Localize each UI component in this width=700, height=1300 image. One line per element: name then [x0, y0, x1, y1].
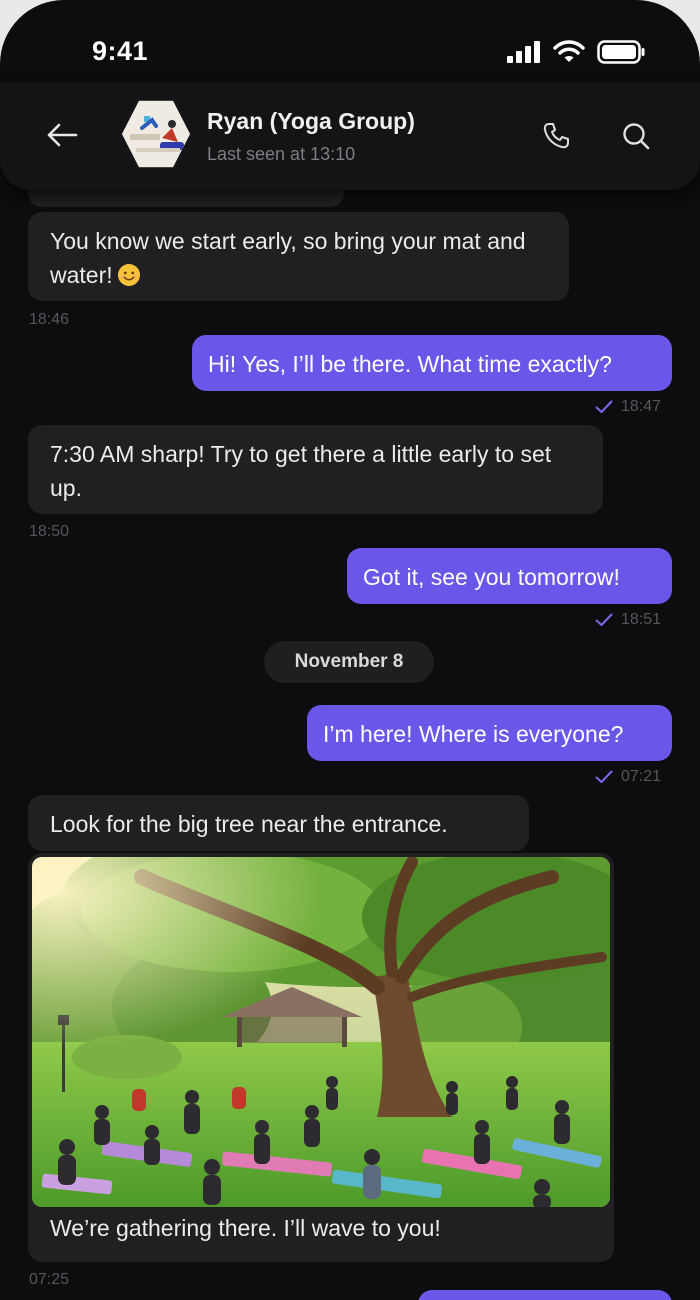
date-separator: November 8	[264, 641, 434, 683]
message-bubble-outgoing-partial	[418, 1290, 672, 1300]
park-yoga-under-tree-image	[32, 857, 610, 1207]
message-time: 18:46	[29, 311, 70, 328]
chat-header: Ryan (Yoga Group) Last seen at 13:10	[0, 82, 700, 190]
status-bar: 9:41	[0, 0, 700, 95]
park-yoga-photo[interactable]	[32, 857, 610, 1207]
message-time: 07:21	[621, 768, 662, 785]
cellular-signal-icon	[507, 41, 540, 63]
check-icon	[595, 770, 613, 783]
avatar[interactable]	[122, 100, 190, 168]
back-button[interactable]	[44, 120, 80, 150]
message-bubble-incoming: You know we start early, so bring your m…	[28, 212, 569, 301]
message-bubble-incoming: 7:30 AM sharp! Try to get there a little…	[28, 425, 603, 514]
last-seen-status: Last seen at 13:10	[207, 144, 356, 164]
message-bubble-outgoing: Got it, see you tomorrow!	[347, 548, 672, 604]
search-button[interactable]	[620, 120, 652, 152]
contact-avatar-image	[122, 100, 190, 168]
message-time: 18:50	[29, 523, 70, 540]
message-text: Look for the big tree near the entrance.	[50, 811, 448, 837]
contact-name[interactable]: Ryan (Yoga Group)	[207, 108, 415, 135]
search-icon	[623, 123, 650, 150]
message-text: Hi! Yes, I’ll be there. What time exactl…	[208, 351, 612, 377]
smiling-face-emoji-icon	[117, 264, 140, 286]
message-text: 7:30 AM sharp! Try to get there a little…	[50, 441, 552, 501]
photo-caption: We’re gathering there. I’ll wave to you!	[50, 1215, 441, 1241]
message-bubble-outgoing: I’m here! Where is everyone?	[307, 705, 672, 761]
check-icon	[595, 613, 613, 626]
arrow-left-icon	[47, 123, 78, 147]
phone-icon	[543, 123, 569, 149]
status-icons	[507, 40, 645, 64]
battery-icon	[597, 40, 645, 64]
message-time: 18:51	[621, 611, 662, 628]
status-time: 9:41	[92, 36, 149, 66]
message-meta: 07:21	[595, 768, 661, 786]
call-button[interactable]	[540, 120, 572, 152]
message-list[interactable]: You know we start early, so bring your m…	[0, 0, 700, 1300]
message-time: 18:47	[621, 398, 662, 415]
chat-screen: You know we start early, so bring your m…	[0, 0, 700, 1300]
message-meta: 18:51	[595, 611, 661, 629]
message-text: Got it, see you tomorrow!	[363, 564, 620, 590]
message-time: 07:25	[29, 1271, 70, 1288]
check-icon	[595, 400, 613, 413]
message-bubble-image[interactable]: We’re gathering there. I’ll wave to you!	[28, 853, 614, 1262]
message-bubble-outgoing: Hi! Yes, I’ll be there. What time exactl…	[192, 335, 672, 391]
message-meta: 18:47	[595, 398, 661, 416]
message-bubble-incoming: Look for the big tree near the entrance.	[28, 795, 529, 851]
message-text: I’m here! Where is everyone?	[323, 721, 624, 747]
wifi-icon	[553, 40, 585, 62]
